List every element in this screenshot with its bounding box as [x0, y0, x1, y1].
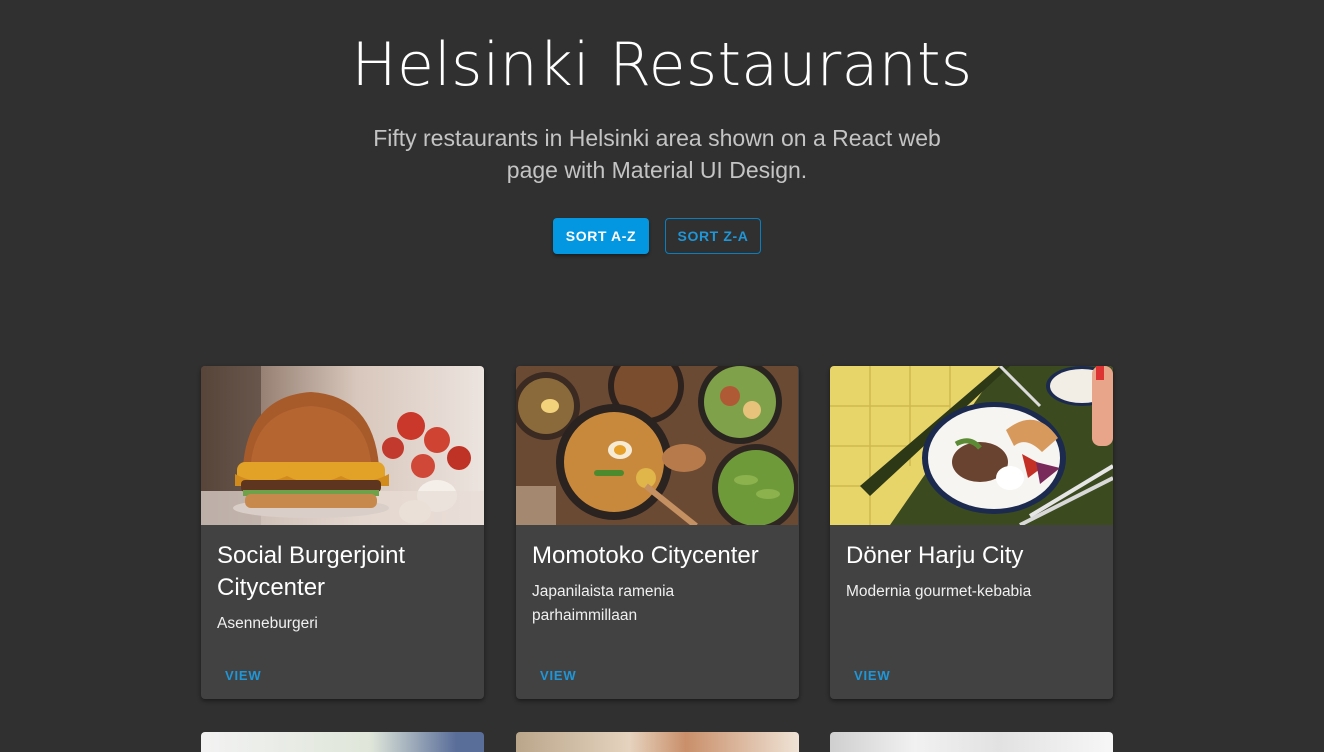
- restaurant-card-momotoko[interactable]: Momotoko Citycenter Japanilaista ramenia…: [516, 366, 799, 699]
- view-button[interactable]: VIEW: [225, 668, 261, 683]
- card-title: Döner Harju City: [846, 542, 1024, 569]
- card-description: Japanilaista ramenia parhaimmillaan: [532, 583, 675, 624]
- card-title: Social Burgerjoint Citycenter: [217, 542, 406, 601]
- sort-az-button[interactable]: SORT A-Z: [553, 218, 649, 254]
- restaurant-card-social-burgerjoint[interactable]: Social Burgerjoint Citycenter Asenneburg…: [201, 366, 484, 699]
- view-button[interactable]: VIEW: [540, 668, 576, 683]
- sort-za-button[interactable]: SORT Z-A: [665, 218, 761, 254]
- card-title: Momotoko Citycenter: [532, 542, 759, 569]
- card-description: Asenneburgeri: [217, 615, 318, 632]
- card-description: Modernia gourmet-kebabia: [846, 583, 1032, 600]
- restaurant-card-doner-harju[interactable]: Döner Harju City Modernia gourmet-kebabi…: [830, 366, 1113, 699]
- restaurant-card-image-partial[interactable]: [201, 732, 484, 752]
- restaurant-card-image-partial[interactable]: [516, 732, 799, 752]
- page-subtitle: Fifty restaurants in Helsinki area shown…: [373, 125, 941, 183]
- kebab-plate-photo[interactable]: [830, 366, 1113, 525]
- view-button[interactable]: VIEW: [854, 668, 890, 683]
- restaurant-card-image-partial[interactable]: [830, 732, 1113, 752]
- burger-photo[interactable]: [201, 366, 484, 525]
- page-title: Helsinki Restaurants: [351, 30, 973, 100]
- ramen-bowls-photo[interactable]: [516, 366, 799, 525]
